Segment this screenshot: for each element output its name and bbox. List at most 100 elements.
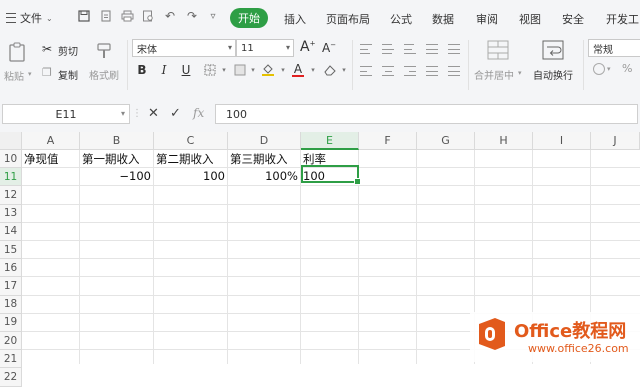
paint-bucket-icon[interactable] — [260, 62, 276, 78]
cell-c11[interactable]: 100 — [154, 167, 227, 185]
increase-font-button[interactable]: A+ — [300, 39, 315, 55]
gridline — [22, 294, 640, 296]
export-pdf-icon[interactable] — [99, 9, 113, 23]
row-header-22[interactable]: 22 — [0, 368, 22, 387]
cell-a10[interactable]: 净现值 — [24, 150, 59, 168]
save-icon[interactable] — [77, 9, 91, 23]
decrease-font-button[interactable]: A− — [322, 41, 336, 55]
column-header-a[interactable]: A — [22, 132, 80, 150]
row-header-21[interactable]: 21 — [0, 350, 22, 369]
tab-review[interactable]: 审阅 — [476, 11, 498, 27]
align-middle-icon[interactable] — [382, 44, 394, 54]
column-header-f[interactable]: F — [359, 132, 417, 150]
cell-b11[interactable]: −100 — [80, 167, 153, 185]
align-justify-icon[interactable] — [426, 44, 438, 54]
divider — [127, 40, 128, 90]
tab-security[interactable]: 安全 — [562, 11, 584, 27]
font-name-select[interactable]: 宋体 ▾ — [132, 39, 236, 57]
tab-insert[interactable]: 插入 — [284, 11, 306, 27]
column-header-e[interactable]: E — [301, 132, 359, 150]
row-header-11[interactable]: 11 — [0, 168, 22, 187]
number-format-select[interactable]: 常规 — [588, 39, 640, 57]
row-header-18[interactable]: 18 — [0, 295, 22, 314]
chevron-down-icon[interactable]: ▾ — [607, 65, 611, 73]
tab-page-layout[interactable]: 页面布局 — [326, 11, 370, 27]
row-header-10[interactable]: 10 — [0, 150, 22, 169]
chevron-down-icon[interactable]: ▾ — [245, 62, 261, 78]
copy-button[interactable]: 复制 — [58, 67, 78, 82]
align-center-icon[interactable] — [382, 66, 394, 76]
row-header-20[interactable]: 20 — [0, 332, 22, 351]
font-size-select[interactable]: 11 ▾ — [236, 39, 294, 57]
cut-button[interactable]: 剪切 — [58, 43, 78, 58]
row-header-15[interactable]: 15 — [0, 241, 22, 260]
select-all-corner[interactable] — [0, 132, 22, 150]
name-box-value: E11 — [55, 107, 77, 121]
tab-developer[interactable]: 开发工 — [606, 11, 639, 27]
row-header-19[interactable]: 19 — [0, 313, 22, 332]
paste-button[interactable]: 粘贴 — [4, 68, 24, 83]
paste-icon[interactable] — [8, 42, 26, 65]
fill-handle[interactable] — [354, 178, 361, 185]
name-box[interactable]: E11 ▾ — [2, 104, 130, 124]
tab-data[interactable]: 数据 — [432, 11, 454, 27]
column-header-c[interactable]: C — [154, 132, 228, 150]
indent-decrease-icon[interactable] — [426, 66, 438, 76]
row-header-16[interactable]: 16 — [0, 259, 22, 278]
print-preview-icon[interactable] — [141, 9, 155, 23]
row-header-14[interactable]: 14 — [0, 222, 22, 241]
increase-font-label: A — [300, 39, 310, 55]
undo-icon[interactable]: ↶ — [163, 9, 177, 23]
align-right-icon[interactable] — [404, 66, 416, 76]
indent-increase-icon[interactable] — [448, 66, 460, 76]
column-header-h[interactable]: H — [475, 132, 533, 150]
currency-icon[interactable] — [592, 62, 606, 79]
customize-toolbar-icon[interactable]: ▿ — [206, 9, 220, 23]
paste-dropdown-icon[interactable]: ▾ — [28, 70, 32, 78]
drag-handle-icon[interactable]: ⋮ — [132, 108, 142, 119]
tab-view[interactable]: 视图 — [519, 11, 541, 27]
column-header-j[interactable]: J — [591, 132, 640, 150]
insert-function-icon[interactable]: fx — [193, 106, 204, 120]
wrap-text-button[interactable]: 自动换行 — [533, 67, 573, 82]
align-bottom-icon[interactable] — [404, 44, 416, 54]
format-painter-button[interactable]: 格式刷 — [89, 67, 119, 82]
chevron-down-icon[interactable]: ▾ — [518, 69, 522, 77]
merge-center-icon[interactable] — [487, 40, 509, 63]
underline-button[interactable]: U — [178, 62, 194, 78]
row-header-17[interactable]: 17 — [0, 277, 22, 296]
redo-icon[interactable]: ↷ — [185, 9, 199, 23]
align-left-icon[interactable] — [360, 66, 372, 76]
cell-d11[interactable]: 100% — [228, 167, 300, 185]
percent-icon[interactable]: % — [622, 62, 632, 75]
cell-c10[interactable]: 第二期收入 — [156, 150, 214, 168]
column-header-d[interactable]: D — [228, 132, 301, 150]
bold-button[interactable]: B — [134, 62, 150, 78]
italic-button[interactable]: I — [156, 62, 172, 78]
confirm-icon[interactable]: ✓ — [170, 106, 181, 121]
row-header-12[interactable]: 12 — [0, 186, 22, 205]
cell-b10[interactable]: 第一期收入 — [82, 150, 140, 168]
tab-formulas[interactable]: 公式 — [390, 11, 412, 27]
chevron-down-icon[interactable]: ▾ — [275, 62, 291, 78]
font-color-button[interactable]: A — [290, 62, 306, 78]
format-painter-icon[interactable] — [95, 42, 113, 63]
align-distributed-icon[interactable] — [448, 44, 460, 54]
column-header-g[interactable]: G — [417, 132, 475, 150]
column-header-b[interactable]: B — [80, 132, 154, 150]
chevron-down-icon[interactable]: ▾ — [216, 62, 232, 78]
active-cell-cursor[interactable] — [301, 165, 361, 185]
cell-d10[interactable]: 第三期收入 — [230, 150, 288, 168]
chevron-down-icon[interactable]: ▾ — [336, 62, 352, 78]
align-top-icon[interactable] — [360, 44, 372, 54]
merge-center-button[interactable]: 合并居中 — [474, 67, 514, 82]
file-menu[interactable]: 文件 ⌄ — [6, 10, 53, 26]
print-icon[interactable] — [120, 9, 134, 23]
cancel-icon[interactable]: ✕ — [148, 106, 159, 121]
column-header-i[interactable]: I — [533, 132, 591, 150]
formula-input[interactable]: 100 — [215, 104, 638, 124]
tab-home[interactable]: 开始 — [230, 8, 268, 28]
wrap-text-icon[interactable] — [542, 40, 564, 63]
chevron-down-icon[interactable]: ▾ — [305, 62, 321, 78]
row-header-13[interactable]: 13 — [0, 204, 22, 223]
